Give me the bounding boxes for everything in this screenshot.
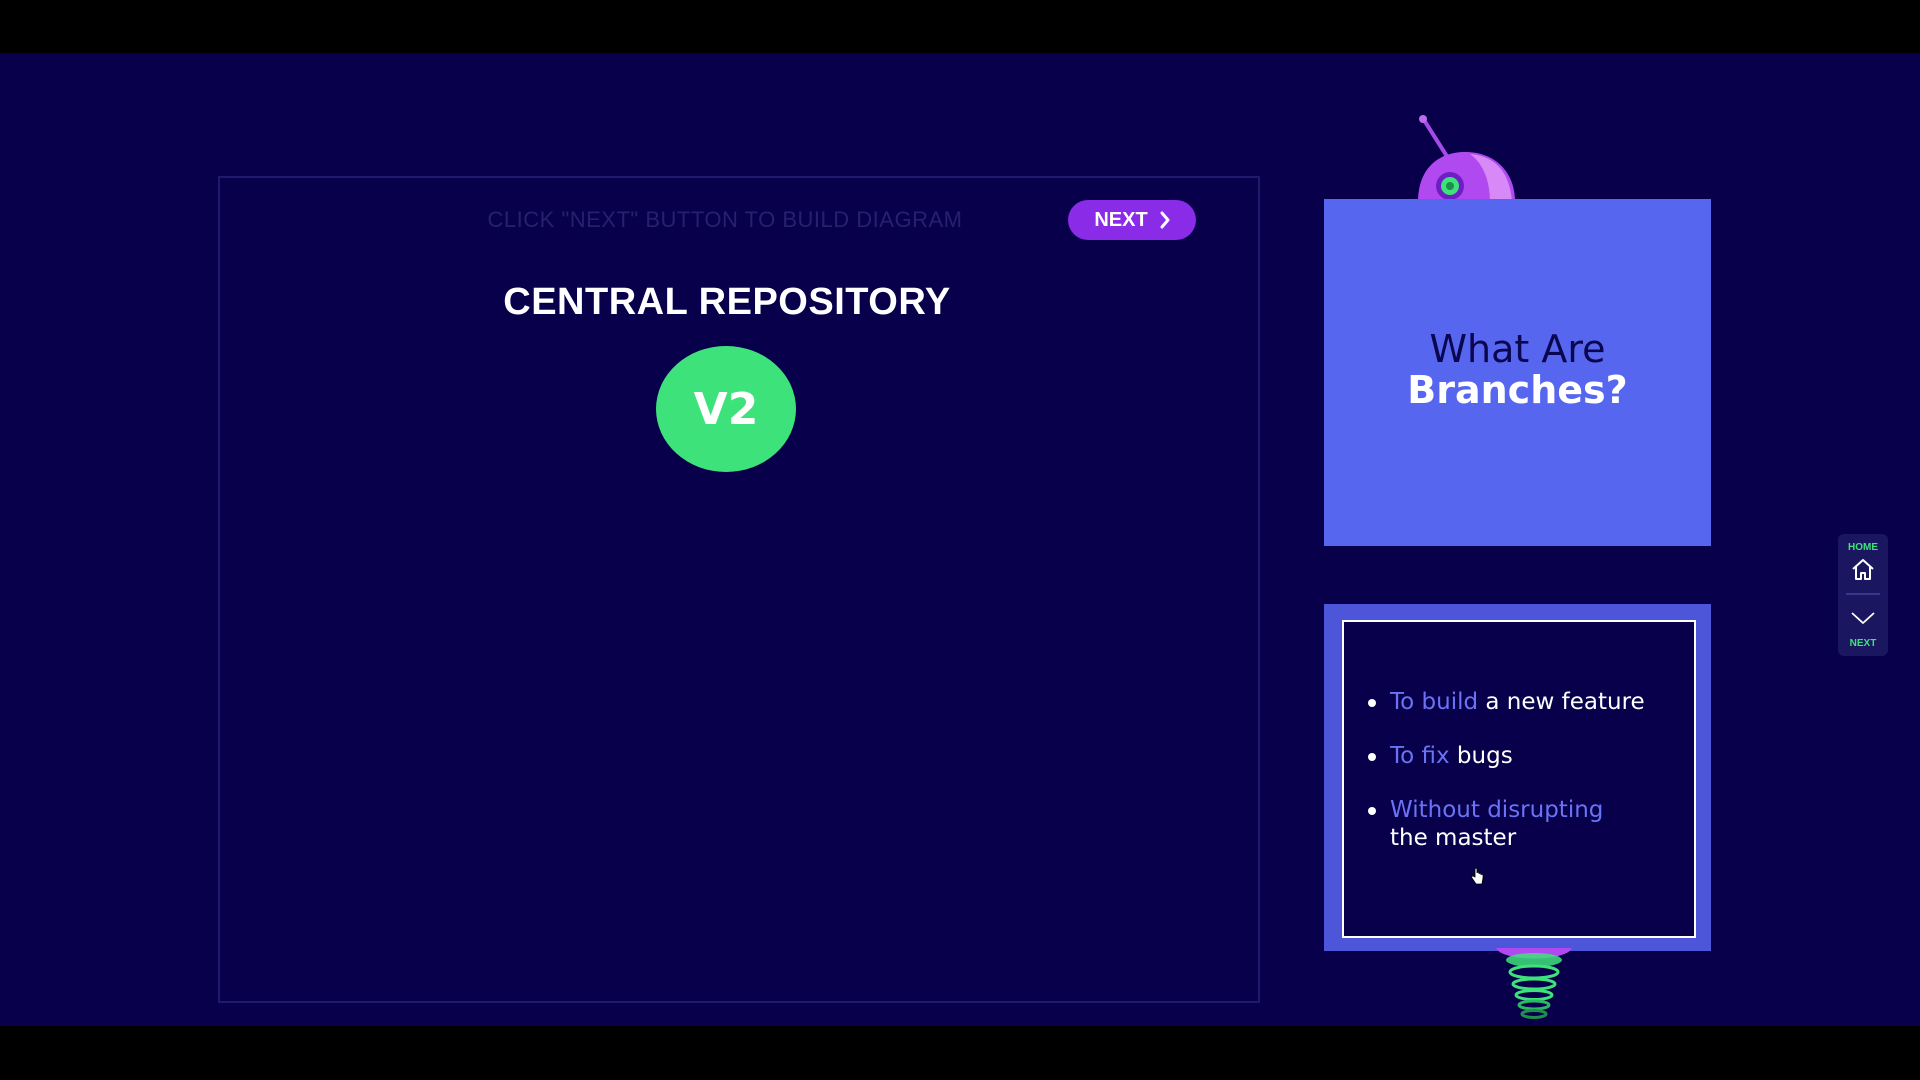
- bullet-card: To build a new feature To fix bugs Witho…: [1324, 604, 1711, 951]
- robot-head-icon: [1418, 115, 1515, 202]
- slide-title: What Are Branches?: [1324, 329, 1711, 411]
- side-nav: HOME NEXT: [1838, 534, 1888, 656]
- hand-cursor-icon: [1471, 868, 1484, 885]
- list-item: Without disrupting the master: [1366, 796, 1645, 852]
- bullet-accent: To build: [1390, 689, 1479, 715]
- chevron-right-icon: [1160, 211, 1170, 229]
- bullet-card-inner: To build a new feature To fix bugs Witho…: [1342, 620, 1696, 938]
- nav-home-label[interactable]: HOME: [1838, 542, 1888, 553]
- list-item: To fix bugs: [1366, 742, 1645, 770]
- nav-next-label[interactable]: NEXT: [1838, 638, 1888, 649]
- chevron-down-icon[interactable]: [1850, 608, 1876, 628]
- robot-spring-icon: [1496, 948, 1572, 1019]
- letterbox-top: [0, 0, 1920, 53]
- nav-divider: [1846, 593, 1880, 595]
- bullet-accent: Without disrupting: [1390, 797, 1604, 823]
- bullet-text: bugs: [1449, 743, 1513, 769]
- title-card: What Are Branches?: [1324, 199, 1711, 546]
- diagram-panel: CLICK "NEXT" BUTTON TO BUILD DIAGRAM NEX…: [218, 176, 1260, 1003]
- next-button[interactable]: NEXT: [1068, 200, 1196, 240]
- central-repository-title: CENTRAL REPOSITORY: [503, 281, 951, 323]
- title-line-2: Branches?: [1407, 368, 1628, 412]
- next-button-label: NEXT: [1094, 208, 1148, 231]
- bullet-text: a new feature: [1478, 689, 1645, 715]
- list-item: To build a new feature: [1366, 688, 1645, 716]
- letterbox-bottom: [0, 1026, 1920, 1080]
- version-node: V2: [656, 346, 796, 472]
- home-icon[interactable]: [1850, 556, 1876, 582]
- bullet-text: the master: [1390, 825, 1517, 851]
- bullet-list: To build a new feature To fix bugs Witho…: [1366, 688, 1645, 878]
- bullet-accent: To fix: [1390, 743, 1450, 769]
- title-line-1: What Are: [1429, 327, 1606, 371]
